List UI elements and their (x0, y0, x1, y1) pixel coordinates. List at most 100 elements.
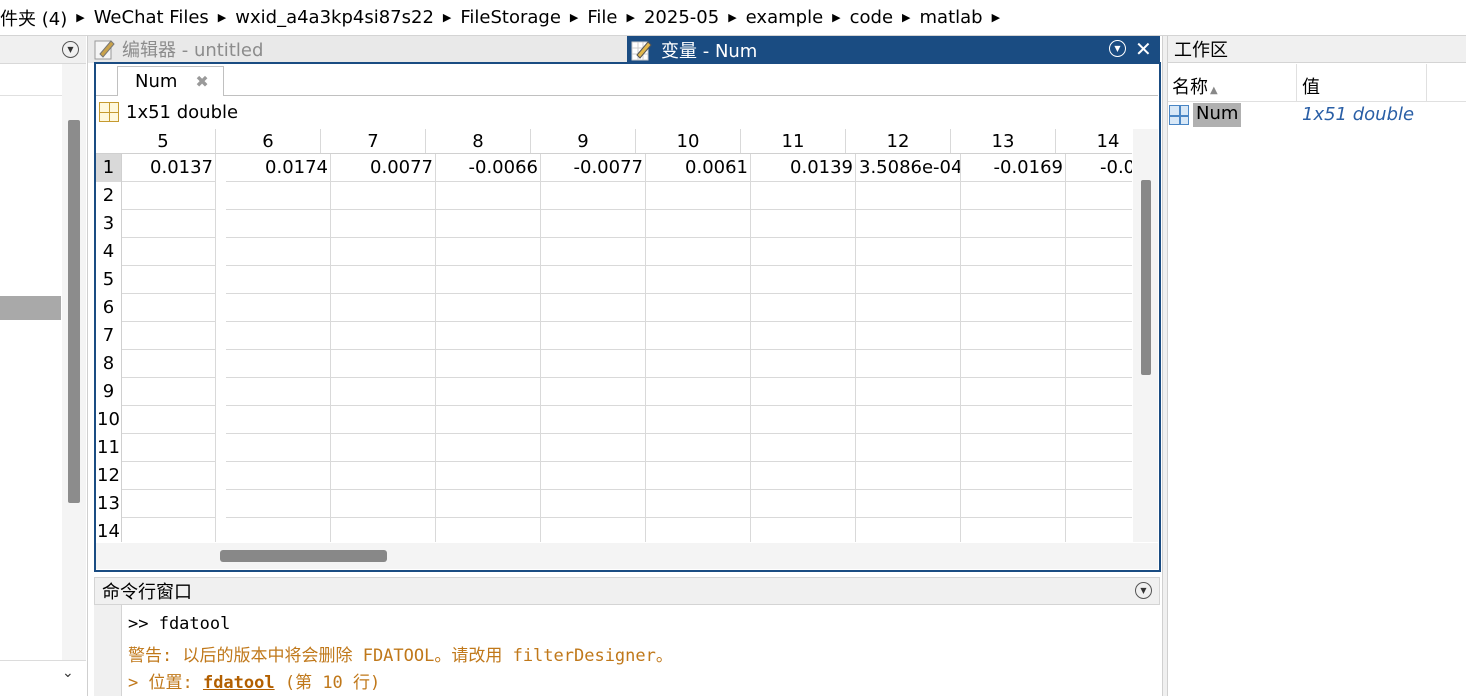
tab-menu-icon[interactable]: ▼ (1109, 40, 1126, 57)
grid-cell[interactable]: 3.5086e-04 (856, 154, 961, 182)
grid-cell[interactable] (331, 518, 436, 542)
grid-cell[interactable] (856, 182, 961, 210)
grid-cell[interactable] (961, 406, 1066, 434)
grid-cell[interactable]: 0.0137 (121, 154, 216, 182)
grid-cell[interactable]: -0.0066 (436, 154, 541, 182)
grid-cell[interactable] (541, 490, 646, 518)
breadcrumb-item[interactable]: wxid_a4a3kp4si87s22 (235, 7, 434, 28)
grid-cell[interactable] (121, 434, 216, 462)
row-header[interactable]: 13 (96, 490, 121, 518)
grid-cell[interactable] (1066, 462, 1132, 490)
grid-cell[interactable] (856, 406, 961, 434)
row-header[interactable]: 1 (96, 154, 121, 182)
grid-cell[interactable]: -0.0169 (961, 154, 1066, 182)
grid-cell[interactable] (646, 322, 751, 350)
grid-cell[interactable] (541, 210, 646, 238)
grid-cell[interactable] (646, 294, 751, 322)
grid-cell[interactable] (961, 462, 1066, 490)
vertical-scrollbar-thumb[interactable] (1141, 180, 1151, 375)
grid-cell[interactable]: 0.0061 (646, 154, 751, 182)
grid-cell[interactable] (1066, 378, 1132, 406)
grid-cell[interactable] (856, 294, 961, 322)
grid-cell[interactable] (646, 462, 751, 490)
grid-cell[interactable] (856, 518, 961, 542)
grid-cell[interactable] (1066, 434, 1132, 462)
column-header[interactable]: 13 (951, 129, 1056, 154)
grid-cell[interactable] (646, 434, 751, 462)
breadcrumb-item[interactable]: example (746, 7, 823, 28)
grid-cell[interactable] (961, 350, 1066, 378)
grid-cell[interactable] (1066, 182, 1132, 210)
grid-cell[interactable] (646, 266, 751, 294)
workspace-col-value[interactable]: 值 (1302, 73, 1320, 99)
grid-cell[interactable] (751, 518, 856, 542)
chevron-right-icon[interactable]: ▶ (902, 11, 910, 24)
close-icon[interactable]: ✖ (195, 72, 208, 91)
chevron-right-icon[interactable]: ▶ (728, 11, 736, 24)
grid-cell[interactable] (121, 350, 216, 378)
grid-cell[interactable] (1066, 350, 1132, 378)
horizontal-scrollbar-thumb[interactable] (220, 550, 387, 562)
grid-cell[interactable] (1066, 518, 1132, 542)
row-header[interactable]: 9 (96, 378, 121, 406)
grid-cell[interactable] (751, 294, 856, 322)
chevron-right-icon[interactable]: ▶ (832, 11, 840, 24)
column-header[interactable]: 7 (321, 129, 426, 154)
grid-cell[interactable] (331, 266, 436, 294)
row-header[interactable]: 2 (96, 182, 121, 210)
close-icon[interactable]: ✕ (1135, 36, 1152, 63)
grid-cell[interactable] (961, 434, 1066, 462)
row-header[interactable]: 5 (96, 266, 121, 294)
left-details-bar[interactable]: ⌄ (0, 660, 86, 688)
grid-cell[interactable] (856, 378, 961, 406)
grid-cell[interactable] (751, 182, 856, 210)
grid-cell[interactable]: -0.00 (1066, 154, 1132, 182)
chevron-down-icon[interactable]: ⌄ (62, 665, 74, 681)
grid-cell[interactable] (436, 182, 541, 210)
row-header[interactable]: 8 (96, 350, 121, 378)
grid-cell[interactable] (646, 378, 751, 406)
grid-cell[interactable] (961, 266, 1066, 294)
grid-cell[interactable]: 0.0174 (226, 154, 331, 182)
row-header[interactable]: 3 (96, 210, 121, 238)
breadcrumb-item[interactable]: 件夹 (4) (0, 5, 67, 31)
grid-cell[interactable] (121, 518, 216, 542)
chevron-right-icon[interactable]: ▶ (443, 11, 451, 24)
grid-cell[interactable] (856, 462, 961, 490)
grid-cell[interactable] (541, 518, 646, 542)
grid-cell[interactable] (751, 490, 856, 518)
grid-cell[interactable] (1066, 490, 1132, 518)
grid-cell[interactable] (751, 238, 856, 266)
grid-cell[interactable] (751, 210, 856, 238)
grid-cell[interactable] (541, 322, 646, 350)
grid-cell[interactable] (436, 378, 541, 406)
grid-cell[interactable] (121, 406, 216, 434)
grid-cell[interactable] (331, 238, 436, 266)
grid-cell[interactable] (331, 210, 436, 238)
column-header[interactable]: 12 (846, 129, 951, 154)
row-header[interactable]: 7 (96, 322, 121, 350)
tab-variable[interactable]: 变量 - Num ▼ ✕ (627, 36, 1160, 63)
grid-cell[interactable] (856, 266, 961, 294)
row-header[interactable]: 14 (96, 518, 121, 542)
grid-cell[interactable]: 0.0139 (751, 154, 856, 182)
grid-cell[interactable] (1066, 266, 1132, 294)
grid-cell[interactable] (121, 182, 216, 210)
column-header[interactable]: 6 (216, 129, 321, 154)
grid-cell[interactable] (436, 294, 541, 322)
grid-cell[interactable] (121, 490, 216, 518)
grid-cell[interactable] (226, 406, 331, 434)
grid-cell[interactable] (1066, 406, 1132, 434)
grid-cell[interactable] (856, 490, 961, 518)
grid-cell[interactable] (541, 434, 646, 462)
grid-cell[interactable] (331, 462, 436, 490)
grid-cell[interactable] (226, 378, 331, 406)
grid-cell[interactable] (646, 490, 751, 518)
grid-cell[interactable] (856, 322, 961, 350)
grid-cell[interactable] (121, 294, 216, 322)
grid-cell[interactable] (121, 210, 216, 238)
breadcrumb-item[interactable]: FileStorage (460, 7, 561, 28)
grid-cell[interactable] (226, 266, 331, 294)
column-header[interactable]: 5 (111, 129, 216, 154)
left-scrollbar-thumb[interactable] (68, 120, 80, 503)
